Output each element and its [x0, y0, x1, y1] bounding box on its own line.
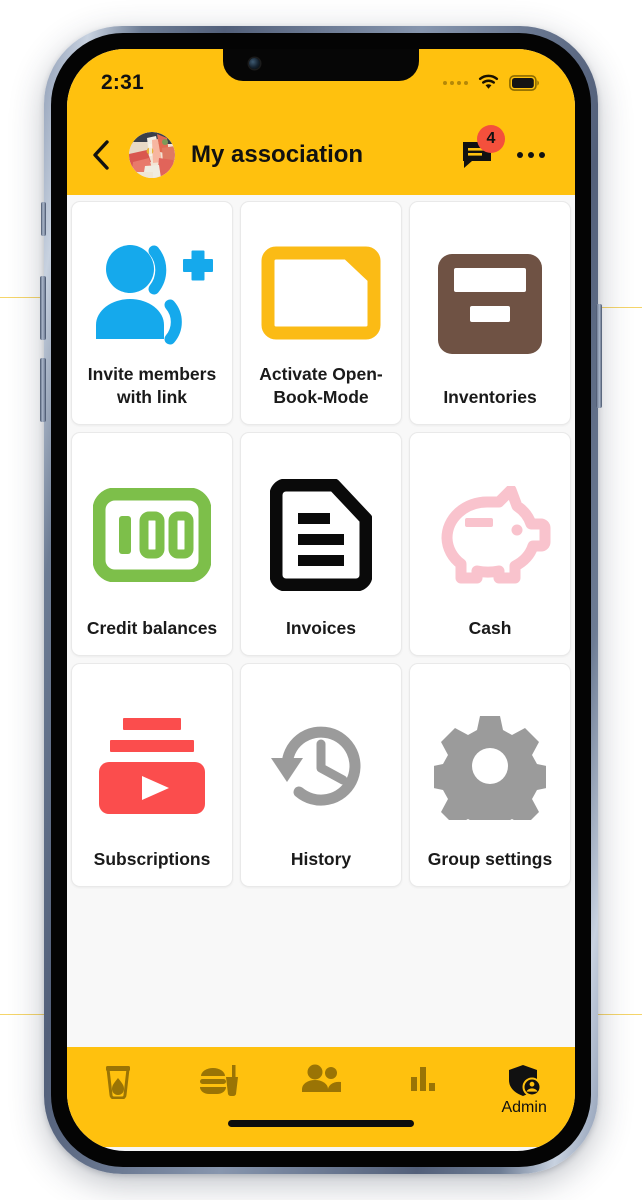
- bottom-navigation-bar: Admin: [67, 1047, 575, 1147]
- tile-label: Inventories: [443, 386, 537, 407]
- page-title: My association: [191, 141, 364, 168]
- subscriptions-play-icon: [78, 684, 226, 848]
- nav-item-members[interactable]: [270, 1063, 372, 1125]
- tile-subscriptions[interactable]: Subscriptions: [71, 663, 233, 887]
- phone-bezel: 2:31 My association 4 Invite members wit…: [51, 33, 591, 1167]
- tile-cash[interactable]: Cash: [409, 432, 571, 656]
- people-group-icon: [301, 1064, 341, 1092]
- app-bar: My association 4: [67, 115, 575, 195]
- status-bar: 2:31: [67, 49, 575, 115]
- person-add-invite-icon: [78, 222, 226, 363]
- shield-admin-icon: [509, 1065, 542, 1097]
- tile-activate-open-book-mode[interactable]: Activate Open-Book-Mode: [240, 201, 402, 425]
- more-horizontal-icon: [517, 152, 523, 158]
- status-bar-clock: 2:31: [101, 71, 144, 94]
- tile-credit-balances[interactable]: Credit balances: [71, 432, 233, 656]
- tile-label: Group settings: [427, 848, 553, 869]
- tile-label: Subscriptions: [93, 848, 211, 869]
- tile-label: Cash: [468, 617, 512, 638]
- mute-switch-button[interactable]: [41, 202, 46, 236]
- main-content: Invite members with link Activate Open-B…: [67, 195, 575, 1047]
- food-meal-icon: [200, 1065, 239, 1097]
- chat-button[interactable]: 4: [457, 125, 505, 175]
- tile-label: History: [290, 848, 352, 869]
- volume-down-button[interactable]: [40, 358, 46, 422]
- group-avatar-image: [129, 132, 175, 178]
- tile-invite-members[interactable]: Invite members with link: [71, 201, 233, 425]
- tile-label: Credit balances: [86, 617, 218, 638]
- gear-settings-icon: [416, 684, 564, 848]
- front-camera-icon: [249, 58, 260, 69]
- display-notch: [223, 49, 419, 81]
- tile-label: Activate Open-Book-Mode: [259, 364, 383, 407]
- nav-item-statistics[interactable]: [372, 1063, 474, 1125]
- nav-item-admin[interactable]: Admin: [473, 1063, 575, 1125]
- chat-badge: 4: [477, 125, 505, 153]
- tile-group-settings[interactable]: Group settings: [409, 663, 571, 887]
- document-lines-icon: [247, 453, 395, 617]
- history-clock-icon: [247, 684, 395, 848]
- wifi-icon: [477, 74, 500, 91]
- chevron-left-icon: [93, 140, 109, 170]
- back-button[interactable]: [85, 139, 117, 171]
- bar-chart-icon: [410, 1067, 435, 1091]
- nav-item-food[interactable]: [169, 1063, 271, 1125]
- home-indicator[interactable]: [228, 1120, 414, 1127]
- bottom-nav-area: Admin: [67, 1047, 575, 1147]
- banknote-100-icon: [78, 453, 226, 617]
- avatar[interactable]: [129, 132, 175, 178]
- phone-device-frame: 2:31 My association 4 Invite members wit…: [40, 26, 602, 1174]
- nav-item-drinks[interactable]: [67, 1063, 169, 1125]
- drink-cup-icon: [105, 1066, 130, 1099]
- phone-screen: 2:31 My association 4 Invite members wit…: [67, 49, 575, 1151]
- archive-box-icon: [416, 222, 564, 386]
- tile-label: Invoices: [285, 617, 357, 638]
- admin-tiles-grid: Invite members with link Activate Open-B…: [71, 201, 571, 887]
- more-options-button[interactable]: [511, 135, 551, 175]
- nav-label: Admin: [501, 1099, 547, 1116]
- volume-up-button[interactable]: [40, 276, 46, 340]
- signal-dots-icon: [443, 80, 468, 85]
- folder-open-book-icon: [247, 222, 395, 363]
- piggy-bank-icon: [416, 453, 564, 617]
- tile-inventories[interactable]: Inventories: [409, 201, 571, 425]
- power-button[interactable]: [596, 304, 602, 408]
- tile-label: Invite members with link: [87, 364, 217, 407]
- battery-full-icon: [509, 74, 541, 91]
- tile-invoices[interactable]: Invoices: [240, 432, 402, 656]
- tile-history[interactable]: History: [240, 663, 402, 887]
